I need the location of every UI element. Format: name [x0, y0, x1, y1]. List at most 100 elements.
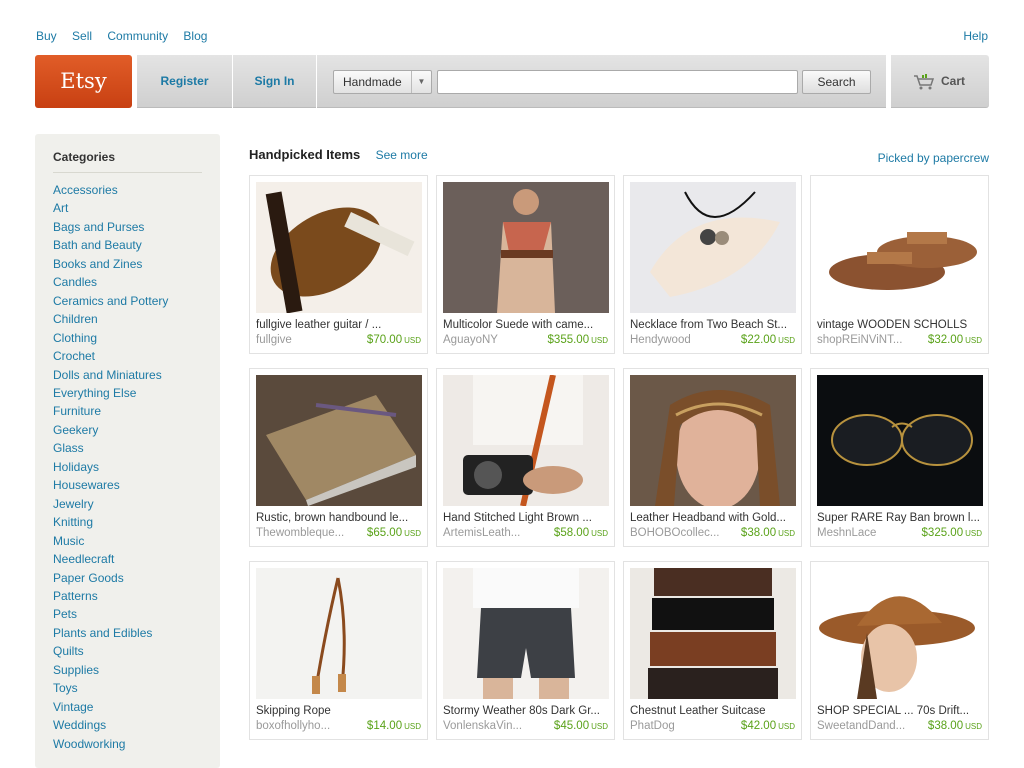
item-seller[interactable]: ArtemisLeath... [443, 527, 520, 539]
item-title[interactable]: Hand Stitched Light Brown ... [443, 512, 609, 524]
see-more-link[interactable]: See more [376, 148, 428, 162]
necklace-photo[interactable] [630, 182, 796, 313]
category-link[interactable]: Children [53, 310, 202, 328]
register-tab[interactable]: Register [137, 55, 232, 108]
category-link[interactable]: Housewares [53, 476, 202, 494]
guitar-photo[interactable] [256, 182, 422, 313]
hat-photo[interactable] [817, 568, 983, 699]
item-card[interactable]: Hand Stitched Light Brown ... ArtemisLeat… [436, 368, 615, 547]
category-link[interactable]: Accessories [53, 181, 202, 199]
item-card[interactable]: SHOP SPECIAL ... 70s Drift... SweetandDan… [810, 561, 989, 740]
rope-photo[interactable] [256, 568, 422, 699]
item-title[interactable]: Chestnut Leather Suitcase [630, 705, 796, 717]
search-button[interactable]: Search [802, 70, 871, 94]
category-link[interactable]: Weddings [53, 716, 202, 734]
category-link[interactable]: Pets [53, 605, 202, 623]
item-card[interactable]: Necklace from Two Beach St... Hendywood $2… [623, 175, 802, 354]
item-card[interactable]: Rustic, brown handbound le... Thewomblequ… [249, 368, 428, 547]
item-title[interactable]: Rustic, brown handbound le... [256, 512, 422, 524]
search-category-select[interactable]: Handmade ▼ [333, 70, 432, 94]
category-link[interactable]: Needlecraft [53, 550, 202, 568]
item-title[interactable]: vintage WOODEN SCHOLLS [817, 319, 983, 331]
item-seller[interactable]: PhatDog [630, 720, 675, 732]
item-title[interactable]: Super RARE Ray Ban brown l... [817, 512, 983, 524]
item-card[interactable]: Leather Headband with Gold... BOHOBOcolle… [623, 368, 802, 547]
category-link[interactable]: Knitting [53, 513, 202, 531]
item-card[interactable]: Chestnut Leather Suitcase PhatDog $42.00 US… [623, 561, 802, 740]
currency-label: USD [778, 722, 795, 731]
category-link[interactable]: Candles [53, 273, 202, 291]
category-link[interactable]: Crochet [53, 347, 202, 365]
category-link[interactable]: Woodworking [53, 735, 202, 753]
picked-by-link[interactable]: Picked by papercrew [878, 151, 989, 165]
item-card[interactable]: fullgive leather guitar / ... fullgive $70… [249, 175, 428, 354]
item-seller[interactable]: boxofhollyho... [256, 720, 330, 732]
category-link[interactable]: Toys [53, 679, 202, 697]
category-link[interactable]: Geekery [53, 421, 202, 439]
item-seller[interactable]: VonlenskaVin... [443, 720, 522, 732]
item-seller[interactable]: Hendywood [630, 334, 691, 346]
item-card[interactable]: Skipping Rope boxofhollyho... $14.00 USD [249, 561, 428, 740]
item-title[interactable]: Stormy Weather 80s Dark Gr... [443, 705, 609, 717]
category-link[interactable]: Furniture [53, 402, 202, 420]
sell-link[interactable]: Sell [72, 29, 92, 43]
category-link[interactable]: Plants and Edibles [53, 624, 202, 642]
category-link[interactable]: Jewelry [53, 495, 202, 513]
item-seller[interactable]: MeshnLace [817, 527, 876, 539]
item-title[interactable]: Skipping Rope [256, 705, 422, 717]
camera-strap-photo[interactable] [443, 375, 609, 506]
item-title[interactable]: fullgive leather guitar / ... [256, 319, 422, 331]
category-link[interactable]: Paper Goods [53, 569, 202, 587]
item-seller[interactable]: BOHOBOcollec... [630, 527, 719, 539]
item-title[interactable]: Necklace from Two Beach St... [630, 319, 796, 331]
category-link[interactable]: Books and Zines [53, 255, 202, 273]
category-link[interactable]: Bags and Purses [53, 218, 202, 236]
register-link[interactable]: Register [137, 55, 232, 108]
sign-in-link[interactable]: Sign In [233, 55, 316, 108]
community-link[interactable]: Community [107, 29, 168, 43]
category-link[interactable]: Dolls and Miniatures [53, 366, 202, 384]
suitcase-photo[interactable] [630, 568, 796, 699]
item-seller[interactable]: AguayoNY [443, 334, 498, 346]
category-link[interactable]: Art [53, 199, 202, 217]
sign-in-tab[interactable]: Sign In [233, 55, 316, 108]
category-link[interactable]: Ceramics and Pottery [53, 292, 202, 310]
item-card[interactable]: Multicolor Suede with came... AguayoNY $35… [436, 175, 615, 354]
item-card[interactable]: Super RARE Ray Ban brown l... MeshnLace $3… [810, 368, 989, 547]
category-link[interactable]: Everything Else [53, 384, 202, 402]
search-input[interactable] [437, 70, 798, 94]
item-title[interactable]: Leather Headband with Gold... [630, 512, 796, 524]
cart-tab[interactable]: Cart [891, 55, 989, 108]
item-seller[interactable]: fullgive [256, 334, 292, 346]
shorts-photo[interactable] [443, 568, 609, 699]
category-link[interactable]: Quilts [53, 642, 202, 660]
item-card[interactable]: Stormy Weather 80s Dark Gr... VonlenskaVi… [436, 561, 615, 740]
help-link[interactable]: Help [963, 29, 988, 43]
category-link[interactable]: Vintage [53, 698, 202, 716]
etsy-logo[interactable]: Etsy [35, 55, 132, 108]
category-link[interactable]: Supplies [53, 661, 202, 679]
book-photo[interactable] [256, 375, 422, 506]
item-card[interactable]: vintage WOODEN SCHOLLS shopREiNViNT... $32… [810, 175, 989, 354]
category-link[interactable]: Holidays [53, 458, 202, 476]
item-title[interactable]: SHOP SPECIAL ... 70s Drift... [817, 705, 983, 717]
chevron-down-icon[interactable]: ▼ [411, 71, 431, 93]
headband-photo[interactable] [630, 375, 796, 506]
category-link[interactable]: Glass [53, 439, 202, 457]
cart-link[interactable]: Cart [913, 55, 965, 108]
item-seller[interactable]: SweetandDand... [817, 720, 905, 732]
item-seller[interactable]: shopREiNViNT... [817, 334, 902, 346]
item-price: $14.00 USD [367, 720, 421, 732]
sandals-photo[interactable] [817, 182, 983, 313]
category-link[interactable]: Patterns [53, 587, 202, 605]
category-link[interactable]: Clothing [53, 329, 202, 347]
item-title[interactable]: Multicolor Suede with came... [443, 319, 609, 331]
blog-link[interactable]: Blog [183, 29, 207, 43]
dress-photo[interactable] [443, 182, 609, 313]
category-link[interactable]: Bath and Beauty [53, 236, 202, 254]
category-link[interactable]: Music [53, 532, 202, 550]
sunglasses-photo[interactable] [817, 375, 983, 506]
item-seller[interactable]: Thewombleque... [256, 527, 344, 539]
currency-label: USD [965, 336, 982, 345]
buy-link[interactable]: Buy [36, 29, 57, 43]
